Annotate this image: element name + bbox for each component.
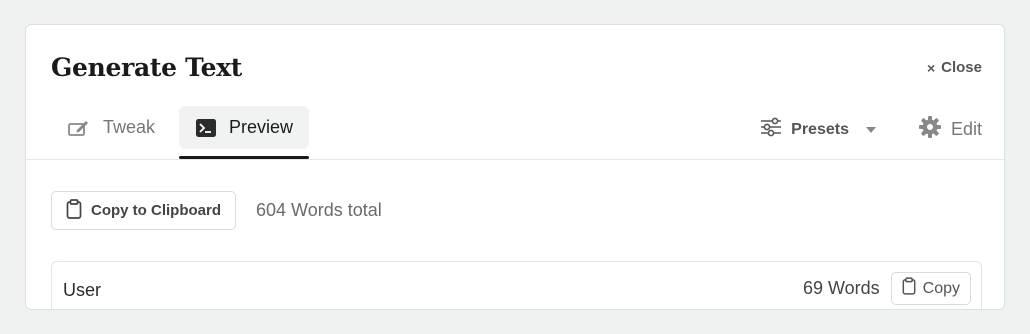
presets-label: Presets (791, 120, 849, 138)
tab-tweak-label: Tweak (103, 117, 156, 137)
generate-text-panel: Generate Text × Close Tweak Preview Pres… (25, 24, 1005, 310)
presets-dropdown[interactable]: Presets (760, 117, 876, 142)
page-title: Generate Text (51, 53, 243, 82)
edit-label: Edit (950, 119, 982, 139)
message-meta: 69 Words Copy (803, 272, 971, 305)
message-word-count: 69 Words (802, 278, 880, 298)
clipboard-icon (902, 277, 916, 300)
pencil-square-icon (67, 118, 91, 138)
close-button[interactable]: × Close (927, 59, 982, 76)
gear-icon (918, 115, 942, 144)
close-label: Close (941, 59, 982, 76)
copy-row: Copy to Clipboard 604 Words total (51, 191, 382, 230)
tab-tweak[interactable]: Tweak (51, 106, 171, 149)
tab-preview-label: Preview (229, 117, 294, 137)
words-total: 604 Words total (256, 200, 382, 220)
copy-message-button[interactable]: Copy (890, 272, 971, 305)
clipboard-icon (66, 198, 82, 223)
terminal-icon (195, 118, 217, 138)
edit-button[interactable]: Edit (918, 115, 982, 144)
message-role: User (63, 280, 102, 300)
copy-to-clipboard-label: Copy to Clipboard (91, 202, 221, 219)
toolbar: Presets Edit (760, 115, 982, 144)
message-card: User 69 Words Copy (51, 261, 982, 309)
tab-bar: Tweak Preview (51, 106, 310, 159)
close-icon: × (926, 59, 936, 76)
chevron-down-icon (865, 126, 876, 133)
tab-preview[interactable]: Preview (179, 106, 310, 159)
copy-message-label: Copy (922, 279, 960, 297)
header-divider (26, 159, 1004, 160)
copy-to-clipboard-button[interactable]: Copy to Clipboard (51, 191, 236, 230)
sliders-icon (760, 117, 782, 142)
